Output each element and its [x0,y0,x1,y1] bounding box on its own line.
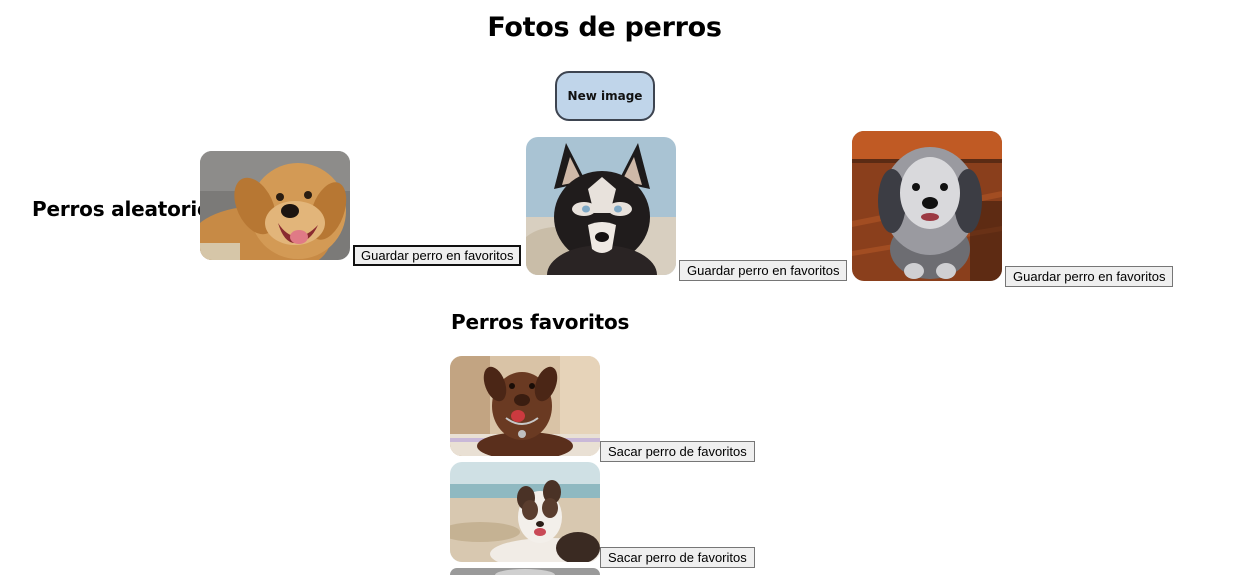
random-dog-image-3 [852,131,1002,281]
favorite-dog-image-1 [450,356,600,456]
random-dog-image-2 [526,137,676,275]
random-dogs-heading: Perros aleatorios [32,197,223,221]
page-title: Fotos de perros [487,12,722,43]
favorite-dog-image-3 [450,568,600,575]
remove-favorite-button-2[interactable]: Sacar perro de favoritos [600,547,755,568]
random-dog-image-1 [200,151,350,260]
remove-favorite-button-1[interactable]: Sacar perro de favoritos [600,441,755,462]
save-favorite-button-1[interactable]: Guardar perro en favoritos [353,245,522,266]
save-favorite-button-3[interactable]: Guardar perro en favoritos [1005,266,1174,287]
page: Fotos de perros New image Perros aleator… [0,0,1249,575]
favorite-dogs-heading: Perros favoritos [451,310,630,334]
favorite-dog-image-2 [450,462,600,562]
save-favorite-button-2[interactable]: Guardar perro en favoritos [679,260,848,281]
new-image-button[interactable]: New image [555,71,655,121]
